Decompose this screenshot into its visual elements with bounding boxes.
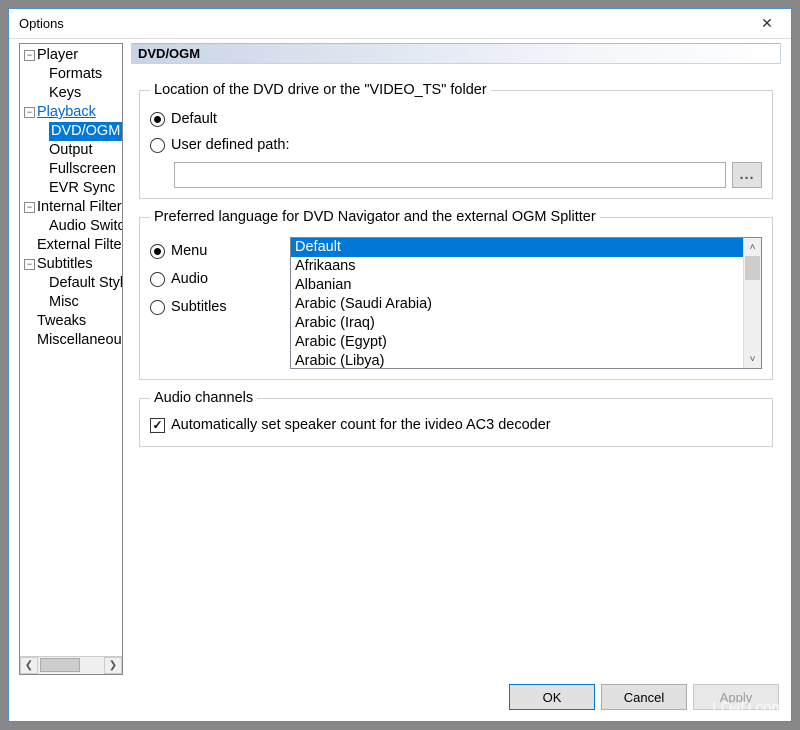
- main-area: −Player Formats Keys −Playback DVD/OGM O…: [19, 43, 781, 675]
- list-item[interactable]: Arabic (Saudi Arabia): [291, 295, 743, 314]
- list-item[interactable]: Afrikaans: [291, 257, 743, 276]
- scroll-track[interactable]: [38, 657, 104, 674]
- apply-button[interactable]: Apply: [693, 684, 779, 710]
- auto-speaker-label: Automatically set speaker count for the …: [171, 417, 551, 433]
- tree-item-evr-sync[interactable]: EVR Sync: [20, 179, 122, 198]
- tree-item-tweaks[interactable]: Tweaks: [20, 312, 122, 331]
- tree-item-playback[interactable]: −Playback: [20, 103, 122, 122]
- scroll-down-icon[interactable]: ˅: [744, 350, 761, 368]
- category-tree-container: −Player Formats Keys −Playback DVD/OGM O…: [19, 43, 123, 675]
- settings-panel: DVD/OGM Location of the DVD drive or the…: [131, 43, 781, 675]
- language-row: Menu Audio Subtitles: [150, 237, 762, 369]
- titlebar: Options ✕: [9, 9, 791, 39]
- collapse-icon[interactable]: −: [24, 259, 35, 270]
- radio-default-row[interactable]: Default: [150, 106, 762, 132]
- options-window: Options ✕ −Player Formats Keys −Playback…: [8, 8, 792, 722]
- ok-button[interactable]: OK: [509, 684, 595, 710]
- tree-item-miscellaneous[interactable]: Miscellaneous: [20, 331, 122, 350]
- tree-item-subtitles[interactable]: −Subtitles: [20, 255, 122, 274]
- tree-item-player[interactable]: −Player: [20, 46, 122, 65]
- scroll-track[interactable]: [744, 256, 761, 350]
- tree-item-internal-filters[interactable]: −Internal Filters: [20, 198, 122, 217]
- radio-subtitles-row[interactable]: Subtitles: [150, 293, 280, 321]
- path-row: ...: [150, 162, 762, 188]
- scroll-thumb[interactable]: [40, 658, 80, 672]
- language-listbox[interactable]: Default Afrikaans Albanian Arabic (Saudi…: [290, 237, 762, 369]
- close-button[interactable]: ✕: [747, 10, 787, 38]
- scroll-right-icon[interactable]: ❯: [104, 657, 122, 674]
- scroll-up-icon[interactable]: ˄: [744, 238, 761, 256]
- radio-audio-label: Audio: [171, 271, 208, 287]
- dvd-location-legend: Location of the DVD drive or the "VIDEO_…: [150, 82, 491, 98]
- list-item[interactable]: Arabic (Iraq): [291, 314, 743, 333]
- list-item[interactable]: Arabic (Egypt): [291, 333, 743, 352]
- tree-item-output[interactable]: Output: [20, 141, 122, 160]
- category-tree[interactable]: −Player Formats Keys −Playback DVD/OGM O…: [20, 44, 122, 656]
- radio-subtitles-label: Subtitles: [171, 299, 227, 315]
- dvd-location-group: Location of the DVD drive or the "VIDEO_…: [139, 82, 773, 199]
- panel-header: DVD/OGM: [131, 43, 781, 64]
- list-item[interactable]: Albanian: [291, 276, 743, 295]
- tree-horizontal-scrollbar[interactable]: ❮ ❯: [20, 656, 122, 674]
- audio-channels-group: Audio channels Automatically set speaker…: [139, 390, 773, 447]
- tree-item-audio-switcher[interactable]: Audio Switcher: [20, 217, 122, 236]
- collapse-icon[interactable]: −: [24, 50, 35, 61]
- tree-item-external-filters[interactable]: External Filters: [20, 236, 122, 255]
- window-title: Options: [19, 16, 747, 31]
- ellipsis-icon: ...: [739, 167, 754, 183]
- cancel-button[interactable]: Cancel: [601, 684, 687, 710]
- dialog-button-bar: OK Cancel Apply: [19, 675, 781, 713]
- radio-user-defined[interactable]: [150, 138, 165, 153]
- language-group: Preferred language for DVD Navigator and…: [139, 209, 773, 380]
- language-list[interactable]: Default Afrikaans Albanian Arabic (Saudi…: [291, 238, 743, 368]
- radio-menu[interactable]: [150, 244, 165, 259]
- close-icon: ✕: [761, 15, 773, 32]
- radio-default-label: Default: [171, 111, 217, 127]
- list-item[interactable]: Arabic (Libya): [291, 352, 743, 368]
- tree-item-misc[interactable]: Misc: [20, 293, 122, 312]
- tree-item-fullscreen[interactable]: Fullscreen: [20, 160, 122, 179]
- browse-button[interactable]: ...: [732, 162, 762, 188]
- radio-menu-row[interactable]: Menu: [150, 237, 280, 265]
- language-radio-column: Menu Audio Subtitles: [150, 237, 280, 369]
- scroll-thumb[interactable]: [745, 256, 760, 280]
- tree-item-formats[interactable]: Formats: [20, 65, 122, 84]
- auto-speaker-row[interactable]: Automatically set speaker count for the …: [150, 414, 762, 436]
- collapse-icon[interactable]: −: [24, 202, 35, 213]
- language-legend: Preferred language for DVD Navigator and…: [150, 209, 600, 225]
- scroll-left-icon[interactable]: ❮: [20, 657, 38, 674]
- tree-item-default-style[interactable]: Default Style: [20, 274, 122, 293]
- radio-audio-row[interactable]: Audio: [150, 265, 280, 293]
- radio-default[interactable]: [150, 112, 165, 127]
- collapse-icon[interactable]: −: [24, 107, 35, 118]
- radio-user-defined-row[interactable]: User defined path:: [150, 132, 762, 158]
- auto-speaker-checkbox[interactable]: [150, 418, 165, 433]
- radio-user-defined-label: User defined path:: [171, 137, 290, 153]
- radio-subtitles[interactable]: [150, 300, 165, 315]
- tree-item-keys[interactable]: Keys: [20, 84, 122, 103]
- radio-audio[interactable]: [150, 272, 165, 287]
- tree-item-dvd-ogm[interactable]: DVD/OGM: [20, 122, 122, 141]
- list-item[interactable]: Default: [291, 238, 743, 257]
- content-area: −Player Formats Keys −Playback DVD/OGM O…: [9, 39, 791, 721]
- list-vertical-scrollbar[interactable]: ˄ ˅: [743, 238, 761, 368]
- panel-body: Location of the DVD drive or the "VIDEO_…: [131, 68, 781, 675]
- radio-menu-label: Menu: [171, 243, 207, 259]
- audio-channels-legend: Audio channels: [150, 390, 257, 406]
- path-input[interactable]: [174, 162, 726, 188]
